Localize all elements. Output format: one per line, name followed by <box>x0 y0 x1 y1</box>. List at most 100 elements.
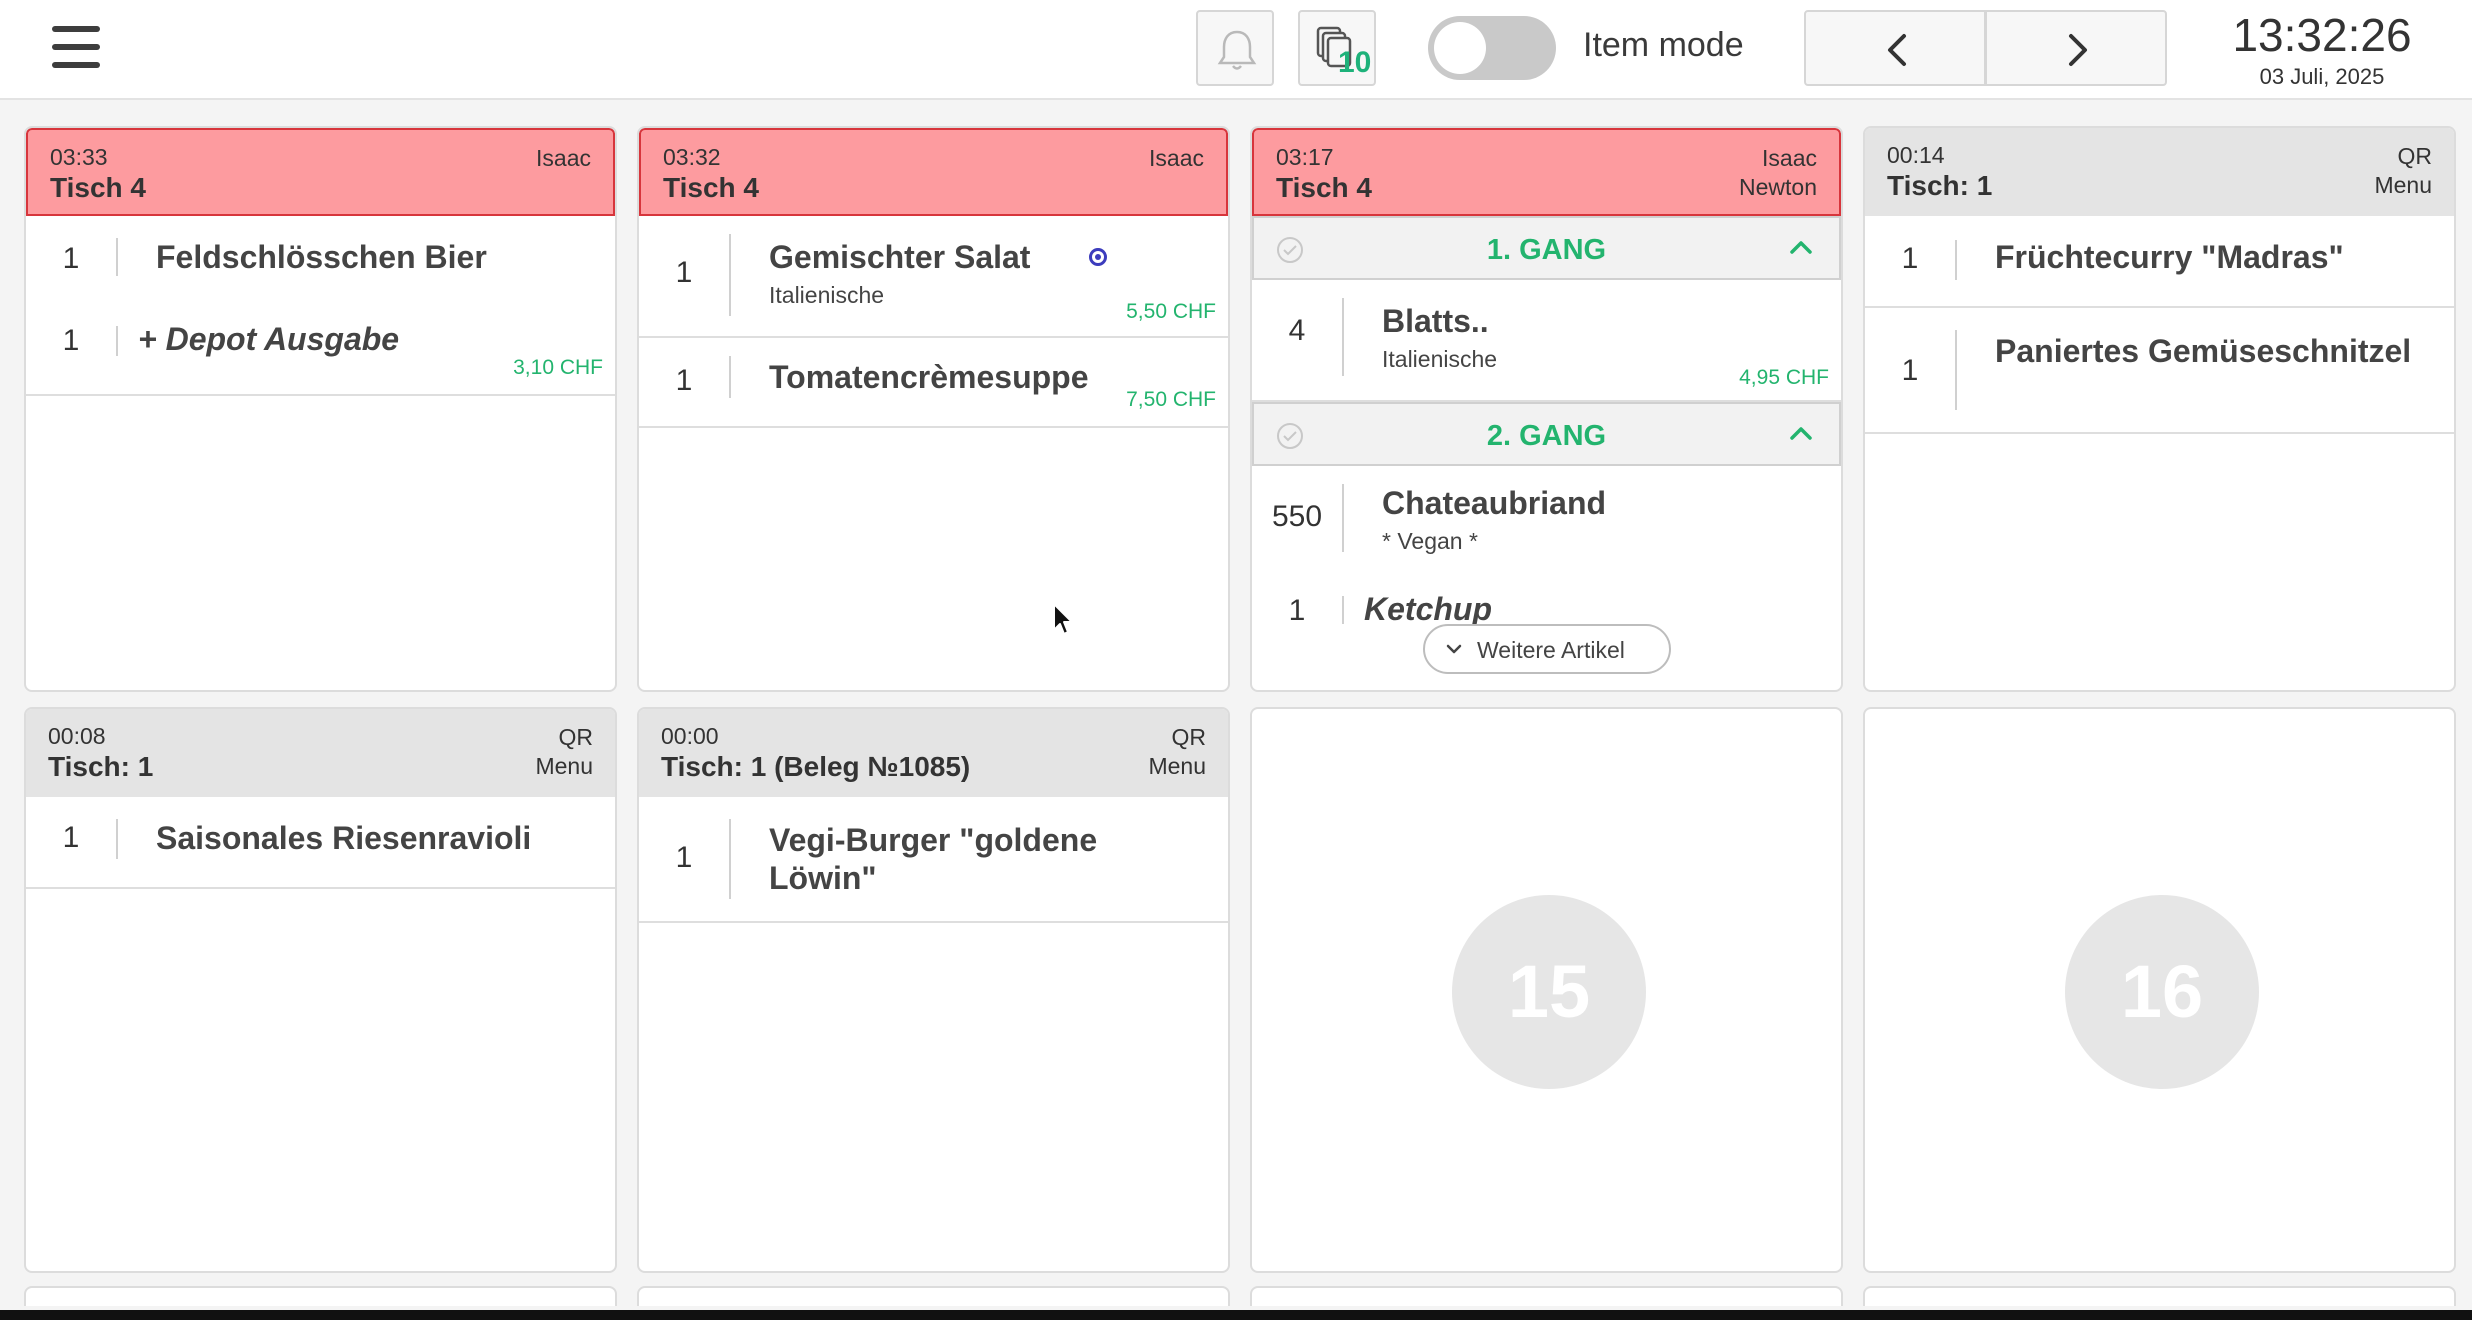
item-price: 7,50 CHF <box>1126 388 1216 411</box>
item-quantity: 1 <box>675 256 693 289</box>
divider <box>1342 596 1344 624</box>
order-item[interactable]: 1 Tomatencrèmesuppe 7,50 CHF <box>639 338 1228 428</box>
divider <box>116 326 118 356</box>
order-table: Tisch 4 <box>1276 172 1372 203</box>
order-card[interactable]: 03:17 Tisch 4 Isaac Newton 1. GANG 4 Blat… <box>1250 126 1843 692</box>
divider <box>729 819 731 899</box>
order-card[interactable]: 00:14 Tisch: 1 QR Menu 1 Früchtecurry "Ma… <box>1863 126 2456 692</box>
order-source: QR Menu <box>2374 143 2432 198</box>
next-row-card <box>1250 1286 1843 1306</box>
order-header: 00:08 Tisch: 1 QR Menu <box>26 709 615 797</box>
chevron-down-icon <box>1446 644 1462 654</box>
bottom-edge <box>0 1310 2472 1320</box>
order-elapsed-time: 03:32 <box>663 144 721 170</box>
order-elapsed-time: 03:17 <box>1276 144 1334 170</box>
slot-number: 15 <box>1452 895 1646 1089</box>
item-name: Chateaubriand <box>1382 485 1607 521</box>
chevron-up-icon[interactable] <box>1789 424 1813 442</box>
empty-slot: 15 <box>1250 707 1843 1273</box>
item-quantity: 1 <box>62 242 80 275</box>
item-modifier: Italienische <box>1382 346 1498 372</box>
order-waiter: Isaac Newton <box>1739 145 1817 200</box>
item-quantity: 1 <box>1901 354 1919 387</box>
pages-button[interactable]: 10 <box>1298 10 1376 86</box>
order-header: 00:14 Tisch: 1 QR Menu <box>1865 128 2454 216</box>
order-source: QR Menu <box>1148 724 1206 779</box>
order-table: Tisch: 1 <box>1887 170 1993 201</box>
order-item[interactable]: 1 Gemischter Salat Italienische 5,50 CHF <box>639 216 1228 338</box>
chevron-right-icon <box>2069 34 2087 66</box>
notifications-button[interactable] <box>1196 10 1274 86</box>
order-item[interactable]: 1 Feldschlösschen Bier <box>26 216 615 298</box>
order-elapsed-time: 00:14 <box>1887 142 1945 168</box>
course-title: 2. GANG <box>1486 420 1607 452</box>
divider <box>729 356 731 398</box>
order-card[interactable]: 03:33 Tisch 4 Isaac 1 Feldschlösschen Bi… <box>24 126 617 692</box>
item-mode-toggle[interactable] <box>1428 16 1556 80</box>
pages-count: 10 <box>1338 46 1372 79</box>
item-name: Gemischter Salat <box>769 239 1031 275</box>
course-header[interactable]: 1. GANG <box>1252 216 1841 280</box>
order-header: 03:17 Tisch 4 Isaac Newton <box>1252 128 1841 216</box>
hamburger-menu-icon[interactable] <box>52 26 100 70</box>
more-items-label: Weitere Artikel <box>1477 637 1625 663</box>
order-table: Tisch 4 <box>50 172 146 203</box>
order-card[interactable]: 00:00 Tisch: 1 (Beleg №1085) QR Menu 1 Ve… <box>637 707 1230 1273</box>
order-waiter: Isaac <box>536 145 591 171</box>
more-items-button[interactable]: Weitere Artikel <box>1423 624 1671 674</box>
divider <box>1342 298 1344 376</box>
order-elapsed-time: 00:08 <box>48 723 106 749</box>
next-row-card <box>24 1286 617 1306</box>
divider <box>1955 240 1957 280</box>
order-item[interactable]: 1 + Depot Ausgabe 3,10 CHF <box>26 298 615 396</box>
item-name: Saisonales Riesenravioli <box>156 820 532 856</box>
item-quantity: 1 <box>675 364 693 397</box>
item-price: 5,50 CHF <box>1126 300 1216 323</box>
next-row-card <box>1863 1286 2456 1306</box>
order-header: 00:00 Tisch: 1 (Beleg №1085) QR Menu <box>639 709 1228 797</box>
slot-number: 16 <box>2065 895 2259 1089</box>
order-item[interactable]: 1 Saisonales Riesenravioli <box>26 797 615 889</box>
toggle-knob <box>1434 22 1486 74</box>
divider <box>116 238 118 276</box>
order-card[interactable]: 00:08 Tisch: 1 QR Menu 1 Saisonales Riese… <box>24 707 617 1273</box>
order-elapsed-time: 03:33 <box>50 144 108 170</box>
item-price: 3,10 CHF <box>513 356 603 379</box>
next-page-button[interactable] <box>1985 10 2167 86</box>
order-table: Tisch: 1 <box>48 751 154 782</box>
order-item[interactable]: 1 Vegi-Burger "goldene Löwin" <box>639 797 1228 923</box>
order-item[interactable]: 1 Paniertes Gemüseschnitzel <box>1865 308 2454 434</box>
item-name: Früchtecurry "Madras" <box>1995 239 2344 275</box>
bell-icon <box>1217 30 1257 70</box>
item-modifier: * Vegan * <box>1382 528 1478 554</box>
divider <box>1342 484 1344 552</box>
item-name: Blatts.. <box>1382 303 1489 339</box>
item-quantity: 1 <box>1288 594 1306 627</box>
course-header[interactable]: 2. GANG <box>1252 402 1841 466</box>
order-item[interactable]: 1 Früchtecurry "Madras" <box>1865 216 2454 308</box>
item-name: Ketchup <box>1364 591 1492 627</box>
order-item[interactable]: 550 Chateaubriand * Vegan * <box>1252 466 1841 570</box>
item-name: + Depot Ausgabe <box>138 321 400 357</box>
next-row-card <box>637 1286 1230 1306</box>
order-card[interactable]: 03:32 Tisch 4 Isaac 1 Gemischter Salat I… <box>637 126 1230 692</box>
divider <box>1955 330 1957 410</box>
item-quantity: 1 <box>62 324 80 357</box>
order-elapsed-time: 00:00 <box>661 723 719 749</box>
item-quantity: 4 <box>1288 314 1306 347</box>
clock: 13:32:26 <box>2232 9 2412 61</box>
order-table: Tisch: 1 (Beleg №1085) <box>661 751 971 782</box>
previous-page-button[interactable] <box>1804 10 1986 86</box>
order-source: QR Menu <box>535 724 593 779</box>
item-quantity: 1 <box>62 821 80 854</box>
item-modifier: Italienische <box>769 282 885 308</box>
modifier-dot-icon <box>1089 248 1107 266</box>
chevron-up-icon[interactable] <box>1789 238 1813 256</box>
item-name: Feldschlösschen Bier <box>156 239 487 275</box>
divider <box>729 234 731 316</box>
item-price: 4,95 CHF <box>1739 366 1829 389</box>
item-mode-label: Item mode <box>1583 26 1744 64</box>
order-header: 03:33 Tisch 4 Isaac <box>26 128 615 216</box>
order-item[interactable]: 4 Blatts.. Italienische 4,95 CHF <box>1252 280 1841 402</box>
item-name: Tomatencrèmesuppe <box>769 359 1089 395</box>
